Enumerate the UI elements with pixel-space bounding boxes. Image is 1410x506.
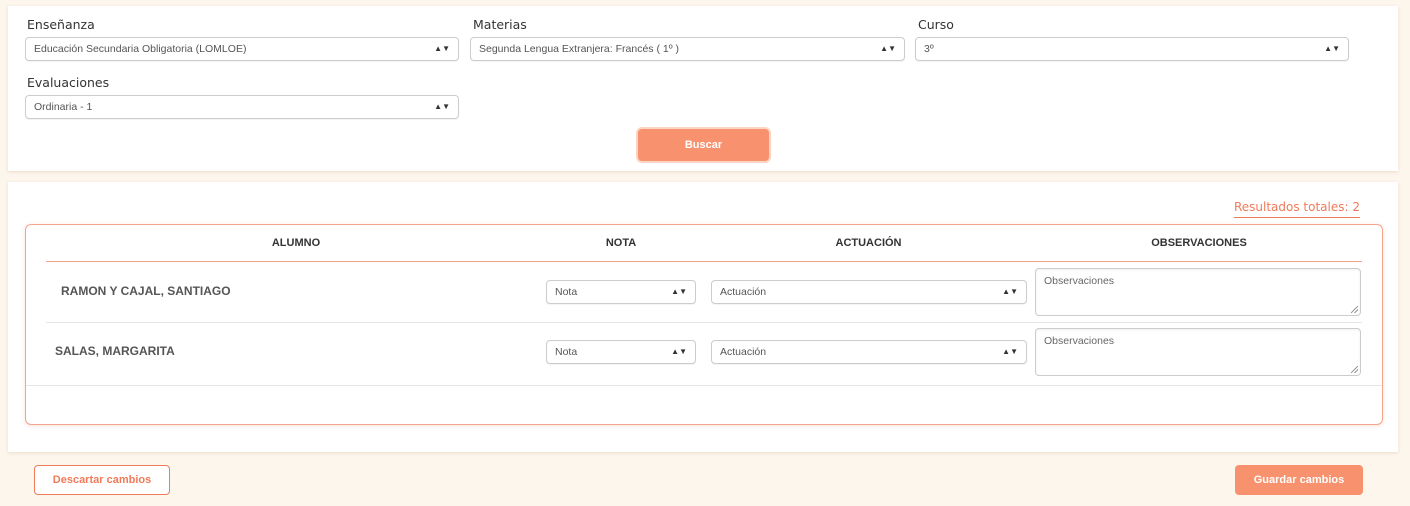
materias-select[interactable]: Segunda Lengua Extranjera: Francés ( 1º …: [470, 37, 905, 61]
resize-grip-icon[interactable]: [1351, 366, 1358, 373]
student-name: SALAS, MARGARITA: [55, 344, 175, 358]
results-total-count: Resultados totales: 2: [1233, 200, 1360, 218]
ensenanza-label: Enseñanza: [27, 17, 95, 32]
evaluaciones-select[interactable]: Ordinaria - 1 ▲▼: [25, 95, 459, 119]
column-header-alumno: ALUMNO: [271, 237, 321, 249]
curso-label: Curso: [918, 17, 954, 32]
up-down-caret-icon: ▲▼: [1002, 287, 1018, 296]
actuacion-select[interactable]: Actuación ▲▼: [711, 280, 1027, 304]
discard-changes-button[interactable]: Descartar cambios: [34, 465, 170, 495]
column-header-nota: NOTA: [605, 237, 637, 249]
evaluaciones-label: Evaluaciones: [27, 75, 110, 90]
up-down-caret-icon: ▲▼: [434, 44, 450, 53]
curso-value: 3º: [924, 43, 934, 55]
actuacion-placeholder: Actuación: [720, 346, 767, 358]
nota-select[interactable]: Nota ▲▼: [546, 340, 696, 364]
up-down-caret-icon: ▲▼: [1324, 44, 1340, 53]
column-header-actuacion: ACTUACIÓN: [835, 237, 902, 249]
resize-grip-icon[interactable]: [1351, 306, 1358, 313]
up-down-caret-icon: ▲▼: [434, 102, 450, 111]
up-down-caret-icon: ▲▼: [880, 44, 896, 53]
nota-placeholder: Nota: [555, 346, 578, 358]
actuacion-select[interactable]: Actuación ▲▼: [711, 340, 1027, 364]
header-divider: [46, 261, 1362, 262]
up-down-caret-icon: ▲▼: [671, 287, 687, 296]
observaciones-placeholder: Observaciones: [1044, 335, 1115, 347]
up-down-caret-icon: ▲▼: [671, 347, 687, 356]
table-bottom-divider: [26, 385, 1382, 386]
ensenanza-value: Educación Secundaria Obligatoria (LOMLOE…: [34, 43, 247, 55]
nota-select[interactable]: Nota ▲▼: [546, 280, 696, 304]
column-header-observaciones: OBSERVACIONES: [1151, 237, 1247, 249]
observaciones-textarea[interactable]: Observaciones: [1035, 328, 1361, 376]
materias-value: Segunda Lengua Extranjera: Francés ( 1º …: [479, 43, 679, 55]
row-divider: [46, 322, 1362, 323]
materias-label: Materias: [473, 17, 527, 32]
search-button[interactable]: Buscar: [638, 129, 769, 161]
grades-table: ALUMNO NOTA ACTUACIÓN OBSERVACIONES RAMO…: [25, 224, 1383, 425]
up-down-caret-icon: ▲▼: [1002, 347, 1018, 356]
save-changes-button[interactable]: Guardar cambios: [1235, 465, 1363, 495]
results-panel: Resultados totales: 2 ALUMNO NOTA ACTUAC…: [8, 182, 1398, 452]
observaciones-textarea[interactable]: Observaciones: [1035, 268, 1361, 316]
actuacion-placeholder: Actuación: [720, 286, 767, 298]
student-name: RAMON Y CAJAL, SANTIAGO: [61, 284, 231, 298]
curso-select[interactable]: 3º ▲▼: [915, 37, 1349, 61]
evaluaciones-value: Ordinaria - 1: [34, 101, 93, 113]
nota-placeholder: Nota: [555, 286, 578, 298]
ensenanza-select[interactable]: Educación Secundaria Obligatoria (LOMLOE…: [25, 37, 459, 61]
observaciones-placeholder: Observaciones: [1044, 275, 1115, 287]
filters-panel: Enseñanza Educación Secundaria Obligator…: [8, 6, 1398, 171]
